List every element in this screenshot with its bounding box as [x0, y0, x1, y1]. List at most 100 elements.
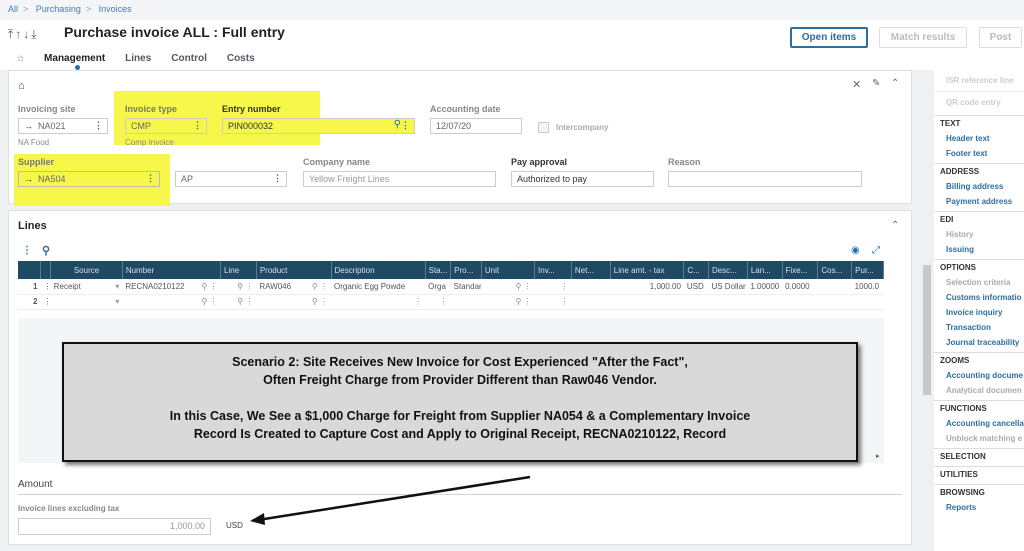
more-options-icon[interactable]: ⋮	[22, 245, 32, 256]
number-cell[interactable]: ⚲ ⋮	[122, 294, 221, 310]
unit-cell[interactable]: ⚲ ⋮	[481, 294, 535, 310]
col-header-currency[interactable]: C...	[683, 261, 709, 279]
source-cell[interactable]: ▾	[50, 294, 123, 310]
tab-lines[interactable]: Lines	[125, 53, 151, 64]
sidebar-section-text[interactable]: TEXT	[934, 115, 1024, 131]
col-header-source[interactable]: Source	[50, 261, 123, 279]
scroll-right-icon[interactable]: ▸	[876, 452, 880, 460]
sidebar-section-functions[interactable]: FUNCTIONS	[934, 400, 1024, 416]
unit-cell[interactable]: ⚲ ⋮	[481, 279, 535, 295]
col-header-pur[interactable]: Pur...	[851, 261, 884, 279]
scrollbar-thumb[interactable]	[923, 265, 931, 395]
invoice-type-field[interactable]: CMP ⋮	[125, 118, 207, 134]
col-header-cos[interactable]: Cos...	[817, 261, 853, 279]
invoicing-site-field[interactable]: → NA021 ⋮	[18, 118, 108, 134]
col-header-amount[interactable]: Line amt. - tax	[610, 261, 685, 279]
table-row[interactable]: 1 ⋮ Receipt ▾ RECNA0210122 ⚲ ⋮ ⚲ ⋮ RAW046 ⚲…	[18, 279, 884, 295]
breadcrumb-all[interactable]: All	[8, 4, 18, 14]
collapse-icon[interactable]: ⌃	[891, 220, 899, 231]
collapse-icon[interactable]: ⌃	[891, 78, 899, 89]
home-icon[interactable]: ⌂	[18, 80, 25, 92]
product-cell[interactable]: RAW046 ⚲ ⋮	[256, 279, 331, 295]
sidebar-item-reports[interactable]: Reports	[934, 500, 1024, 515]
open-items-button[interactable]: Open items	[790, 27, 868, 48]
sidebar-item-header-text[interactable]: Header text	[934, 131, 1024, 146]
tab-costs[interactable]: Costs	[227, 53, 255, 64]
number-cell[interactable]: RECNA0210122 ⚲ ⋮	[122, 279, 221, 295]
inv-cell[interactable]: ⋮	[534, 279, 572, 295]
invoice-lines-field[interactable]: 1,000.00	[18, 518, 211, 535]
breadcrumb-purchasing[interactable]: Purchasing	[36, 4, 81, 14]
col-header-product[interactable]: Product	[256, 261, 332, 279]
col-header-pro[interactable]: Pro...	[450, 261, 482, 279]
currency-cell[interactable]: USD	[683, 279, 709, 295]
tools-icon[interactable]: ✕	[852, 78, 861, 91]
sidebar-item-customs-informatio[interactable]: Customs informatio	[934, 290, 1024, 305]
col-header-desc[interactable]: Desc...	[708, 261, 748, 279]
pay-approval-field[interactable]: Authorized to pay	[511, 171, 654, 187]
source-cell[interactable]: Receipt ▾	[50, 279, 123, 295]
record-navigation-arrows[interactable]: ⤒↑↓⤓	[8, 27, 39, 42]
sidebar-section-edi[interactable]: EDI	[934, 211, 1024, 227]
post-button[interactable]: Post	[979, 27, 1022, 48]
supplier-field[interactable]: → NA504 ⋮	[18, 171, 160, 187]
col-header-description[interactable]: Description	[331, 261, 426, 279]
row-menu-icon[interactable]: ⋮	[40, 294, 51, 310]
sidebar-item-footer-text[interactable]: Footer text	[934, 146, 1024, 161]
sidebar-section-browsing[interactable]: BROWSING	[934, 484, 1024, 500]
row-menu-icon[interactable]: ⋮	[40, 279, 51, 295]
breadcrumb-invoices[interactable]: Invoices	[99, 4, 132, 14]
col-header-line[interactable]: Line	[220, 261, 257, 279]
currency-cell[interactable]	[683, 294, 709, 310]
col-header-unit[interactable]: Unit	[481, 261, 536, 279]
match-results-button[interactable]: Match results	[879, 27, 967, 48]
sidebar-item-invoice-inquiry[interactable]: Invoice inquiry	[934, 305, 1024, 320]
net-cell[interactable]	[571, 294, 611, 310]
amount-cell[interactable]	[610, 294, 684, 310]
amount-cell[interactable]: 1,000.00	[610, 279, 684, 295]
description-cell[interactable]: ⋮	[331, 294, 426, 310]
reason-field[interactable]	[668, 171, 862, 187]
sidebar-section-selection[interactable]: SELECTION	[934, 448, 1024, 464]
sidebar-section-address[interactable]: ADDRESS	[934, 163, 1024, 179]
accounting-date-field[interactable]: 12/07/20	[430, 118, 522, 134]
layers-icon[interactable]: ◉	[851, 245, 860, 256]
entry-number-field[interactable]: PIN000032 ⚲ ⋮	[222, 118, 415, 134]
col-header-fixe[interactable]: Fixe...	[782, 261, 819, 279]
col-header-status[interactable]: Sta...	[425, 261, 452, 279]
company-name-field[interactable]: Yellow Freight Lines	[303, 171, 496, 187]
status-cell[interactable]: Orga	[425, 279, 451, 295]
vertical-scrollbar[interactable]	[920, 70, 934, 551]
sidebar-item-transaction[interactable]: Transaction	[934, 320, 1024, 335]
sidebar-item-journal-traceability[interactable]: Journal traceability	[934, 335, 1024, 350]
supplier-type-field[interactable]: AP ⋮	[175, 171, 287, 187]
pro-cell[interactable]	[450, 294, 482, 310]
col-header-number[interactable]: Number	[122, 261, 222, 279]
expand-icon[interactable]: ⤢	[872, 245, 880, 256]
tab-control[interactable]: Control	[171, 53, 207, 64]
intercompany-checkbox[interactable]	[538, 122, 549, 133]
tab-management[interactable]: Management	[44, 53, 105, 70]
search-icon[interactable]: ⚲	[42, 244, 50, 257]
col-header-lan[interactable]: Lan...	[747, 261, 783, 279]
inv-cell[interactable]: ⋮	[534, 294, 572, 310]
description-cell[interactable]: Organic Egg Powde	[331, 279, 426, 295]
home-icon[interactable]: ⌂	[18, 53, 24, 64]
line-cell[interactable]: ⚲ ⋮	[220, 294, 257, 310]
product-cell[interactable]: ⚲ ⋮	[256, 294, 331, 310]
sidebar-item-payment-address[interactable]: Payment address	[934, 194, 1024, 209]
sidebar-item-billing-address[interactable]: Billing address	[934, 179, 1024, 194]
edit-icon[interactable]: ✎	[872, 78, 880, 89]
sidebar-item-issuing[interactable]: Issuing	[934, 242, 1024, 257]
pro-cell[interactable]: Standar	[450, 279, 482, 295]
sidebar-section-options[interactable]: OPTIONS	[934, 259, 1024, 275]
table-row[interactable]: 2 ⋮ ▾ ⚲ ⋮ ⚲ ⋮ ⚲ ⋮ ⋮ ⋮ ⚲ ⋮ ⋮	[18, 294, 884, 310]
col-header-inv[interactable]: Inv...	[534, 261, 572, 279]
line-cell[interactable]: ⚲ ⋮	[220, 279, 257, 295]
sidebar-section-zooms[interactable]: ZOOMS	[934, 352, 1024, 368]
status-cell[interactable]: ⋮	[425, 294, 451, 310]
net-cell[interactable]	[571, 279, 611, 295]
sidebar-item-accounting-cancella[interactable]: Accounting cancella	[934, 416, 1024, 431]
sidebar-section-utilities[interactable]: UTILITIES	[934, 466, 1024, 482]
sidebar-item-accounting-docume[interactable]: Accounting docume	[934, 368, 1024, 383]
